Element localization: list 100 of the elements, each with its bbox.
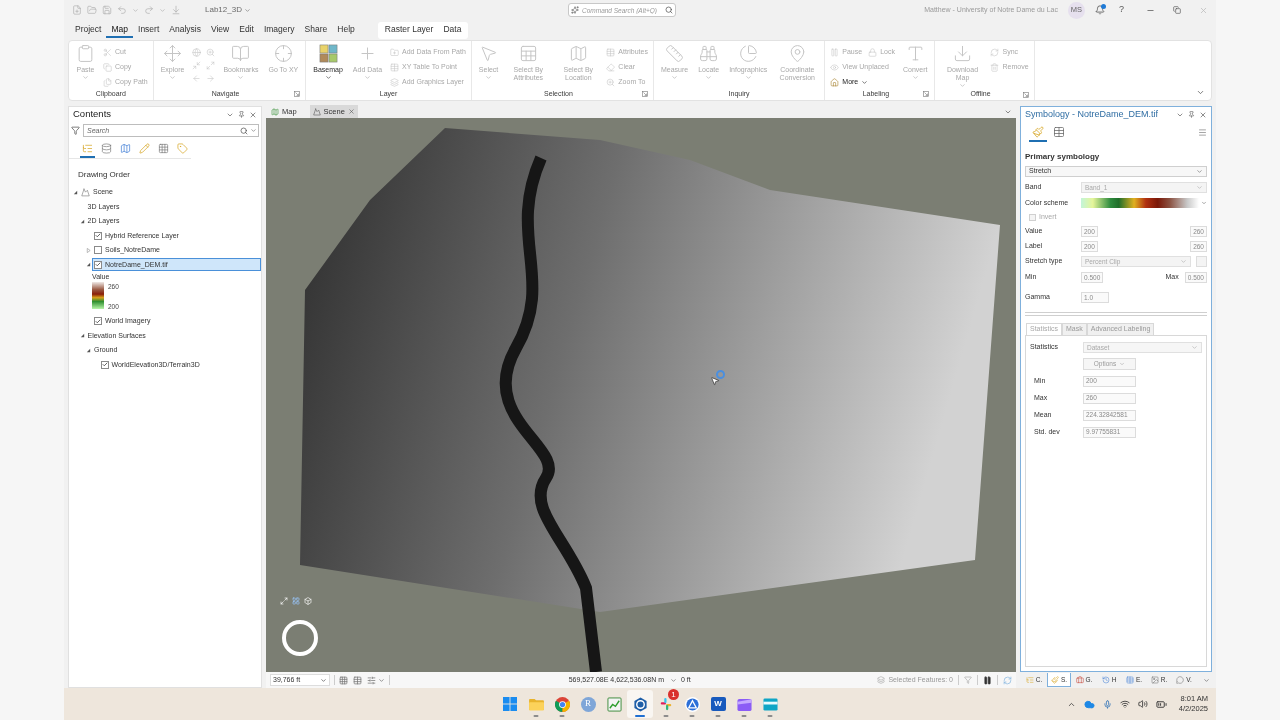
notification-bell-icon[interactable] [1095,5,1105,15]
binoculars-icon [699,44,719,63]
table-icon[interactable] [353,675,362,685]
ribbon-tab[interactable]: View [205,22,235,38]
folder-plus-icon [390,47,400,57]
caret-icon[interactable] [1203,676,1210,684]
expanded-arrow-icon[interactable] [86,262,91,268]
expanded-arrow-icon[interactable] [79,333,85,339]
battery-icon[interactable] [1155,698,1167,710]
layer-checkbox[interactable] [94,317,102,326]
refresh-icon[interactable] [1003,675,1012,685]
dialog-launcher-icon[interactable] [1022,91,1029,98]
project-name-menu[interactable]: Lab12_3D [204,4,251,16]
ribbon-tab[interactable]: Help [332,22,360,38]
filter-icon[interactable] [71,126,80,135]
caret-icon[interactable] [1004,108,1012,116]
sliders-icon[interactable] [367,675,376,685]
color-ramp-icon [1081,198,1199,208]
ribbon-tab[interactable]: Analysis [164,22,206,38]
tag-icon [177,143,188,154]
symbology-tab[interactable] [1029,124,1047,142]
filter-icon[interactable] [964,676,972,684]
taskbar-button[interactable]: 1 [653,690,679,718]
search-icon[interactable] [240,126,248,135]
layer-checkbox[interactable] [94,246,102,255]
save-icon[interactable] [102,5,112,15]
briefcase-icon [1075,676,1084,684]
microphone-icon[interactable] [1102,699,1112,709]
dialog-launcher-icon[interactable] [294,91,301,97]
menu-icon[interactable] [1198,128,1207,137]
undo-icon[interactable] [117,5,127,15]
table-icon [1125,676,1134,684]
pause-icon[interactable] [983,675,992,685]
new-file-icon[interactable] [72,5,82,15]
ribbon-tab[interactable]: Insert [133,22,165,38]
ribbon-tab[interactable]: Share [299,22,333,38]
triangle-badge-icon [684,696,700,712]
chat-bubble-icon [1176,676,1185,684]
redo-icon[interactable] [144,5,154,15]
caret-icon[interactable] [250,127,257,134]
layer-checkbox[interactable] [94,260,102,269]
caret-icon [1196,168,1203,175]
clipboard-icon [76,44,95,63]
expand-icon[interactable] [280,597,288,605]
copy-icon [103,62,112,72]
layers-icon [877,676,886,684]
pencil-icon [139,143,150,154]
close-icon[interactable] [1199,5,1208,15]
taskbar-button[interactable]: W [705,690,731,718]
ribbon-tab[interactable]: Project [70,22,107,38]
app-logo: R [580,696,596,712]
dialog-launcher-icon[interactable] [923,91,930,97]
close-icon[interactable] [1199,110,1207,119]
ribbon-tab[interactable]: Edit [234,22,259,38]
ribbon-tab[interactable]: Data [438,23,467,37]
expanded-arrow-icon[interactable] [79,218,85,224]
navigator-ring-icon[interactable] [282,620,318,656]
sparkle-icon [571,6,579,14]
scissors-icon [103,47,112,57]
volume-icon[interactable] [1137,699,1148,709]
help-button[interactable]: ? [1115,3,1128,17]
caret-icon[interactable] [670,676,677,684]
caret-icon [1191,344,1198,351]
files-icon [103,77,112,87]
cloud-icon[interactable] [1083,698,1095,710]
pin-icon[interactable] [1188,111,1195,118]
layer-checkbox[interactable] [100,360,109,369]
collapsed-arrow-icon[interactable] [86,247,91,253]
pin-icon[interactable] [238,111,245,118]
cube-icon[interactable] [304,597,312,605]
arrow-down-bar-icon[interactable] [171,5,181,15]
caret-icon[interactable] [378,676,385,684]
browser-icon [554,696,570,712]
search-icon[interactable] [665,6,673,14]
table-icon [606,47,616,57]
ribbon-tab[interactable]: Map [106,22,133,38]
ribbon-tab[interactable]: Imagery [258,22,300,38]
restore-icon[interactable] [1173,6,1181,14]
hexagon-ring-icon [632,696,648,712]
ribbon-tab[interactable]: Raster Layer [379,23,439,37]
layer-checkbox[interactable] [94,231,102,240]
expanded-arrow-icon[interactable] [86,347,91,353]
grid-icon[interactable] [339,675,348,685]
folder-icon[interactable] [87,5,97,15]
dialog-launcher-icon[interactable] [641,91,648,97]
collapse-ribbon-icon[interactable] [1196,88,1205,97]
refresh-icon [990,47,1000,57]
wifi-icon[interactable] [1119,699,1130,709]
close-icon[interactable] [347,108,355,115]
caret-icon[interactable] [132,6,139,14]
taskbar-button[interactable] [627,690,653,718]
taskbar-button[interactable]: R [575,690,601,718]
close-icon[interactable] [249,110,257,119]
grid-icon[interactable] [292,597,300,605]
color-scheme-dropdown[interactable] [1081,197,1207,209]
expanded-arrow-icon[interactable] [73,189,78,195]
tree-list-icon [82,143,93,154]
pie-chart-icon [738,44,758,63]
mountain-icon [312,107,321,116]
caret-icon[interactable] [159,6,166,14]
